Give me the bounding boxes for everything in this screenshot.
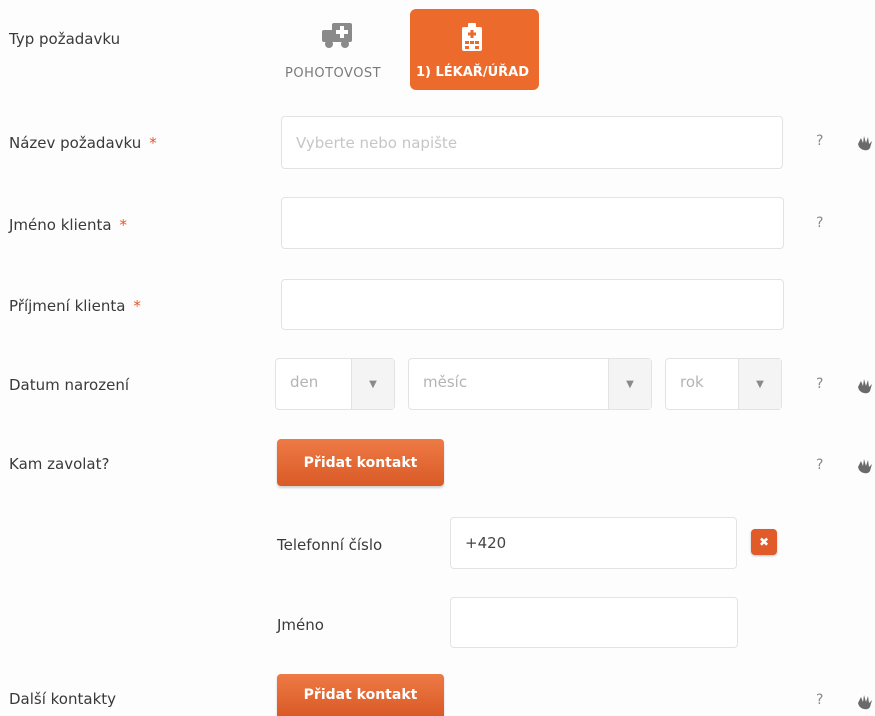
hand-icon[interactable] — [856, 694, 874, 710]
required-marker: * — [133, 297, 141, 315]
hand-icon[interactable] — [856, 135, 874, 151]
chevron-down-icon: ▼ — [351, 359, 394, 409]
client-first-name-input[interactable] — [281, 197, 784, 249]
contact-name-input[interactable] — [450, 597, 738, 648]
request-name-input[interactable]: Vyberte nebo napište — [281, 116, 783, 169]
help-icon[interactable]: ? — [816, 215, 823, 231]
client-last-name-input[interactable] — [281, 279, 784, 330]
birth-month-select[interactable]: měsíc ▼ — [408, 358, 652, 410]
phone-input[interactable]: +420 — [450, 517, 737, 569]
contact-name-label: Jméno — [277, 616, 324, 634]
type-option-lekar[interactable]: 1) LÉKAŘ/ÚŘAD — [410, 9, 539, 90]
hand-icon[interactable] — [856, 378, 874, 394]
hand-icon[interactable] — [856, 458, 874, 474]
chevron-down-icon: ▼ — [738, 359, 781, 409]
help-icon[interactable]: ? — [816, 692, 823, 708]
client-last-name-label: Příjmení klienta * — [9, 297, 141, 315]
help-icon[interactable]: ? — [816, 133, 823, 149]
hospital-icon — [460, 23, 484, 57]
help-icon[interactable]: ? — [816, 376, 823, 392]
request-name-label: Název požadavku * — [9, 134, 157, 152]
add-contact-button[interactable]: Přidat kontakt — [277, 439, 444, 486]
chevron-down-icon: ▼ — [608, 359, 651, 409]
other-contacts-label: Další kontakty — [9, 690, 117, 708]
help-icon[interactable]: ? — [816, 457, 823, 473]
type-option-lekar-label: 1) LÉKAŘ/ÚŘAD — [416, 65, 529, 80]
client-first-name-label: Jméno klienta * — [9, 216, 128, 234]
type-option-pohotovost[interactable]: POHOTOVOST — [285, 66, 381, 81]
required-marker: * — [119, 216, 128, 234]
birth-day-select[interactable]: den ▼ — [275, 358, 395, 410]
birth-year-select[interactable]: rok ▼ — [665, 358, 782, 410]
phone-label: Telefonní číslo — [277, 536, 383, 554]
add-other-contact-button[interactable]: Přidat kontakt — [277, 674, 444, 716]
ambulance-icon[interactable] — [320, 20, 370, 50]
call-where-label: Kam zavolat? — [9, 455, 110, 473]
remove-contact-button[interactable]: ✖ — [751, 529, 777, 555]
required-marker: * — [149, 134, 157, 152]
birth-date-label: Datum narození — [9, 376, 129, 394]
type-label: Typ požadavku — [9, 30, 121, 48]
